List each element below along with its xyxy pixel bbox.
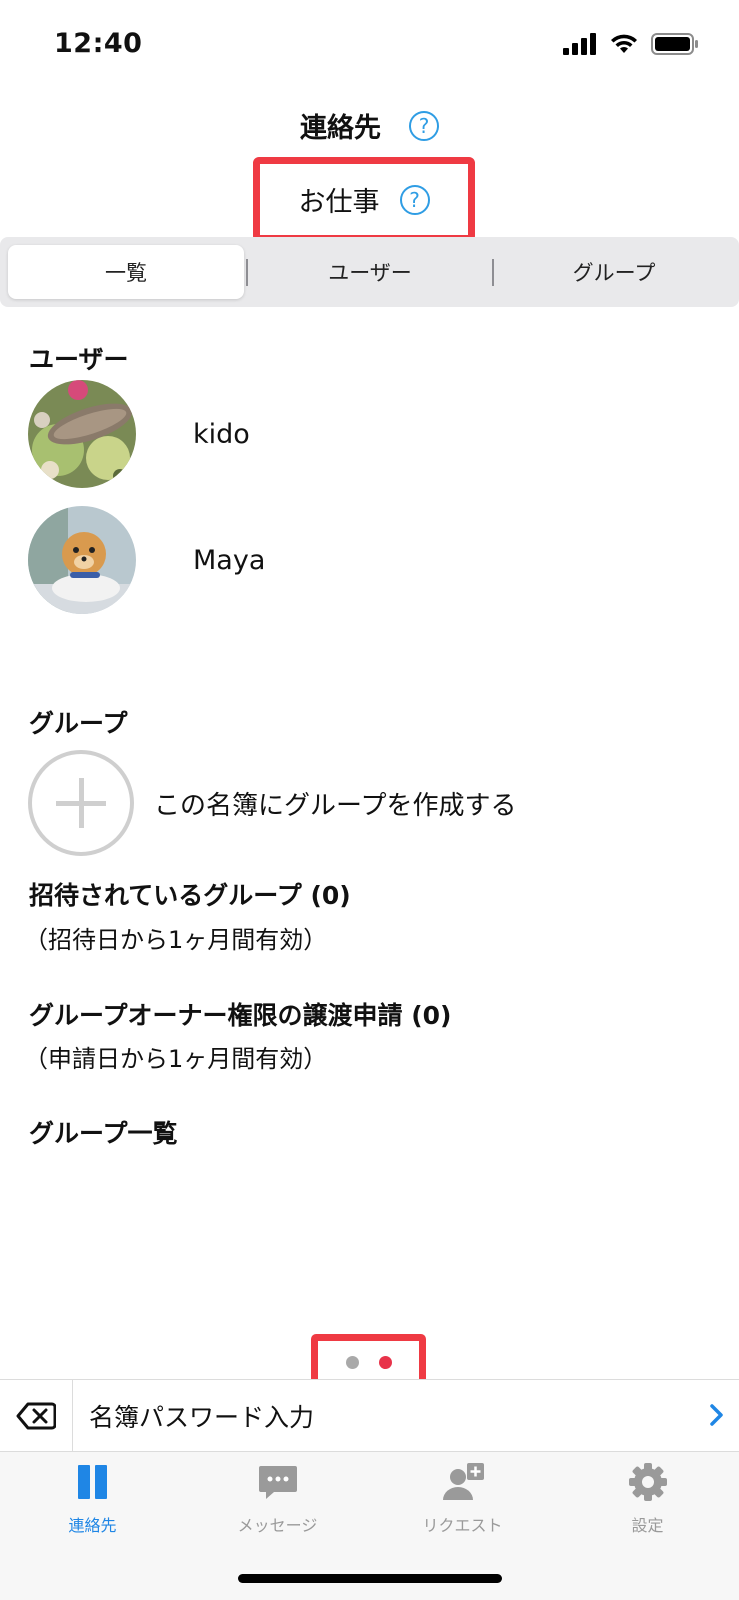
avatar xyxy=(28,380,136,488)
chevron-right-icon xyxy=(710,1404,723,1426)
users-section-title: ユーザー xyxy=(29,345,129,374)
wifi-icon xyxy=(611,34,637,53)
tab-messages[interactable]: メッセージ xyxy=(185,1462,370,1552)
groups-section-title: グループ xyxy=(29,709,128,738)
segmented-control: 一覧 ユーザー グループ xyxy=(0,237,739,307)
help-icon[interactable]: ? xyxy=(409,110,439,141)
contacts-icon xyxy=(77,1465,107,1499)
page-title: 連絡先 xyxy=(300,113,381,144)
invited-groups-note: （招待日から1ヶ月間有効） xyxy=(24,926,328,954)
tab-requests[interactable]: リクエスト xyxy=(370,1462,555,1552)
status-time: 12:40 xyxy=(54,28,143,59)
backspace-icon xyxy=(16,1402,56,1430)
segment-list[interactable]: 一覧 xyxy=(8,237,244,307)
tab-contacts[interactable]: 連絡先 xyxy=(0,1462,185,1552)
page-dot-1[interactable] xyxy=(346,1356,359,1369)
battery-icon xyxy=(651,33,698,55)
owner-transfer-title: グループオーナー権限の譲渡申請 (0) xyxy=(29,1001,452,1030)
user-name: kido xyxy=(193,418,250,450)
home-indicator xyxy=(238,1574,502,1583)
create-group-button[interactable]: この名簿にグループを作成する xyxy=(28,750,516,856)
invited-groups-title: 招待されているグループ (0) xyxy=(29,881,351,910)
group-list-title: グループ一覧 xyxy=(29,1119,178,1148)
request-icon xyxy=(442,1463,484,1500)
tab-label: 連絡先 xyxy=(68,1516,117,1535)
status-bar: 12:40 xyxy=(0,0,739,90)
book-selector[interactable]: お仕事 ? xyxy=(253,157,475,242)
status-icons xyxy=(563,33,699,55)
tab-label: 設定 xyxy=(631,1516,664,1535)
tab-settings[interactable]: 設定 xyxy=(555,1462,739,1552)
backspace-button[interactable] xyxy=(0,1380,73,1452)
cellular-signal-icon xyxy=(563,33,596,55)
segment-groups[interactable]: グループ xyxy=(494,237,734,307)
user-row-maya[interactable]: Maya xyxy=(28,506,728,614)
page-dot-2-active[interactable] xyxy=(379,1356,392,1369)
header: 連絡先 ? xyxy=(0,106,739,145)
password-input-label: 名簿パスワード入力 xyxy=(89,1403,315,1432)
owner-transfer-note: （申請日から1ヶ月間有効） xyxy=(24,1045,328,1073)
segment-users[interactable]: ユーザー xyxy=(248,237,492,307)
book-help-icon[interactable]: ? xyxy=(399,184,430,215)
message-icon xyxy=(258,1466,297,1499)
user-row-kido[interactable]: kido xyxy=(28,380,728,488)
book-name: お仕事 xyxy=(298,187,380,218)
gear-icon xyxy=(628,1463,667,1501)
add-icon xyxy=(28,750,134,856)
tab-label: リクエスト xyxy=(422,1516,503,1535)
create-group-label: この名簿にグループを作成する xyxy=(154,790,517,821)
tab-label: メッセージ xyxy=(237,1516,318,1535)
avatar xyxy=(28,506,136,614)
password-bar[interactable]: 名簿パスワード入力 xyxy=(0,1379,739,1452)
user-name: Maya xyxy=(193,544,266,576)
